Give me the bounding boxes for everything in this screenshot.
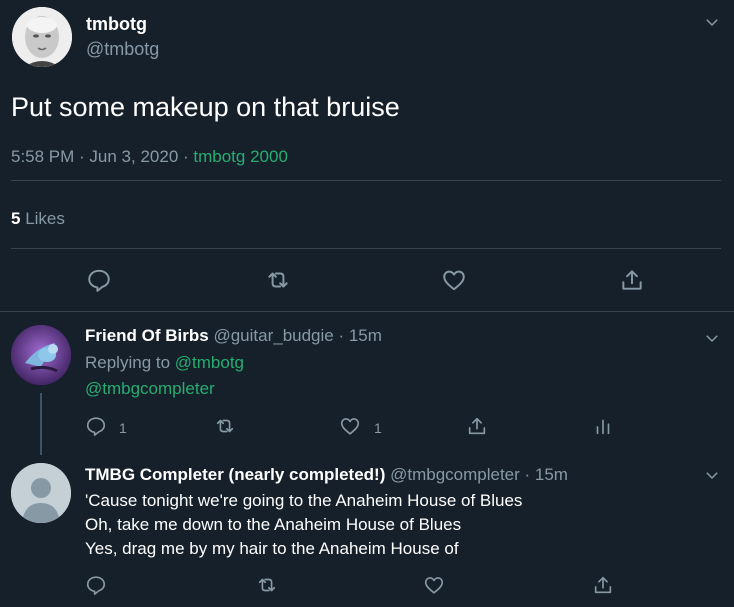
retweet-icon[interactable] — [265, 267, 291, 293]
reply-1-replying-to: Replying to @tmbotg — [85, 353, 244, 373]
reply-1-handle-time[interactable]: @guitar_budgie · 15m — [209, 326, 381, 345]
chevron-down-icon[interactable] — [703, 466, 721, 484]
reply-2-header: TMBG Completer (nearly completed!) @tmbg… — [85, 465, 568, 485]
retweet-icon[interactable] — [214, 415, 236, 437]
reply-2-line-3: Yes, drag me by my hair to the Anaheim H… — [85, 539, 459, 558]
share-icon[interactable] — [619, 267, 645, 293]
divider — [0, 311, 734, 312]
reply-2-line-2: Oh, take me down to the Anaheim House of… — [85, 515, 462, 534]
reply-icon[interactable] — [86, 267, 112, 293]
chevron-down-icon[interactable] — [703, 329, 721, 347]
divider — [11, 180, 721, 181]
retweet-icon[interactable] — [256, 574, 278, 596]
tmbotg-avatar[interactable] — [12, 7, 72, 67]
reply-2-display-name[interactable]: TMBG Completer (nearly completed!) — [85, 465, 385, 484]
main-handle[interactable]: @tmbotg — [86, 39, 159, 60]
reply-1-like-count: 1 — [374, 420, 382, 436]
analytics-icon[interactable] — [592, 415, 614, 437]
reply-1-header: Friend Of Birbs @guitar_budgie · 15m — [85, 326, 382, 346]
like-icon[interactable] — [339, 415, 361, 437]
replying-to-handle[interactable]: @tmbotg — [175, 353, 244, 372]
like-icon[interactable] — [423, 574, 445, 596]
reply-1-display-name[interactable]: Friend Of Birbs — [85, 326, 209, 345]
reply-icon[interactable] — [85, 415, 107, 437]
like-icon[interactable] — [441, 267, 467, 293]
reply-icon[interactable] — [85, 574, 107, 596]
likes-stat[interactable]: 5 Likes — [11, 209, 65, 229]
chevron-down-icon[interactable] — [703, 13, 721, 31]
reply-1-text[interactable]: @tmbgcompleter — [85, 379, 215, 399]
main-tweet-source[interactable]: tmbotg 2000 — [193, 147, 288, 166]
main-tweet-meta: 5:58 PM · Jun 3, 2020 · tmbotg 2000 — [11, 147, 288, 167]
reply-1-reply-count: 1 — [119, 420, 127, 436]
share-icon[interactable] — [466, 415, 488, 437]
friend-of-birbs-avatar[interactable] — [11, 325, 71, 385]
main-tweet-timestamp[interactable]: 5:58 PM · Jun 3, 2020 · — [11, 147, 193, 166]
tweet-thread-page: tmbotg @tmbotg Put some makeup on that b… — [0, 0, 734, 607]
divider — [11, 248, 721, 249]
main-tweet-text: Put some makeup on that bruise — [11, 92, 400, 122]
main-display-name[interactable]: tmbotg — [86, 14, 147, 35]
reply-2-line-1: 'Cause tonight we're going to the Anahei… — [85, 491, 523, 510]
default-avatar-icon[interactable] — [11, 463, 71, 523]
reply-2-handle-time[interactable]: @tmbgcompleter · 15m — [385, 465, 568, 484]
likes-label: Likes — [20, 209, 65, 228]
share-icon[interactable] — [592, 574, 614, 596]
thread-connector-line — [40, 393, 42, 455]
replying-to-label: Replying to — [85, 353, 175, 372]
